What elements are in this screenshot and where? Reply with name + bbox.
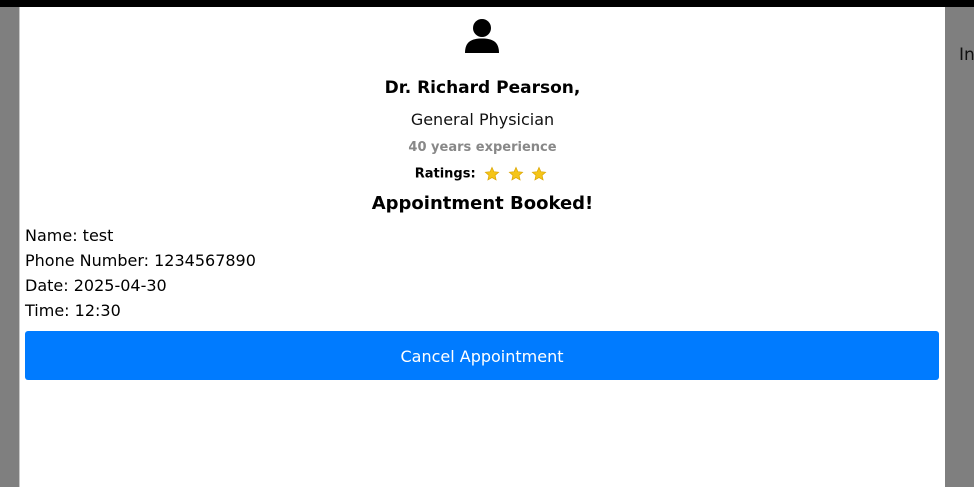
doctor-speciality: General Physician (410, 110, 555, 129)
doctor-experience: 40 years experience (408, 140, 557, 155)
user-icon (465, 19, 499, 53)
booking-name: Name: test (25, 226, 114, 245)
doctor-name: Dr. Richard Pearson, (384, 78, 581, 98)
booking-time: Time: 12:30 (25, 301, 121, 320)
rating-stars (484, 166, 550, 182)
ratings-label: Ratings: (414, 166, 476, 182)
ratings-row: Ratings: (20, 166, 945, 182)
booking-details: Name: test Phone Number: 1234567890 Date… (25, 223, 256, 323)
star-icon (508, 166, 524, 181)
confirmation-title: Appointment Booked! (371, 193, 594, 214)
cancel-appointment-button[interactable]: Cancel Appointment (25, 331, 939, 380)
star-icon (484, 166, 500, 181)
booking-date: Date: 2025-04-30 (25, 276, 167, 295)
star-icon (531, 166, 547, 181)
booking-phone: Phone Number: 1234567890 (25, 251, 256, 270)
background-partial-text: In (959, 45, 974, 65)
page-backdrop[interactable]: In Dr. Richard Pearson, General Physicia… (0, 0, 974, 487)
appointment-modal: Dr. Richard Pearson, General Physician 4… (19, 7, 945, 487)
top-bar (0, 0, 974, 7)
